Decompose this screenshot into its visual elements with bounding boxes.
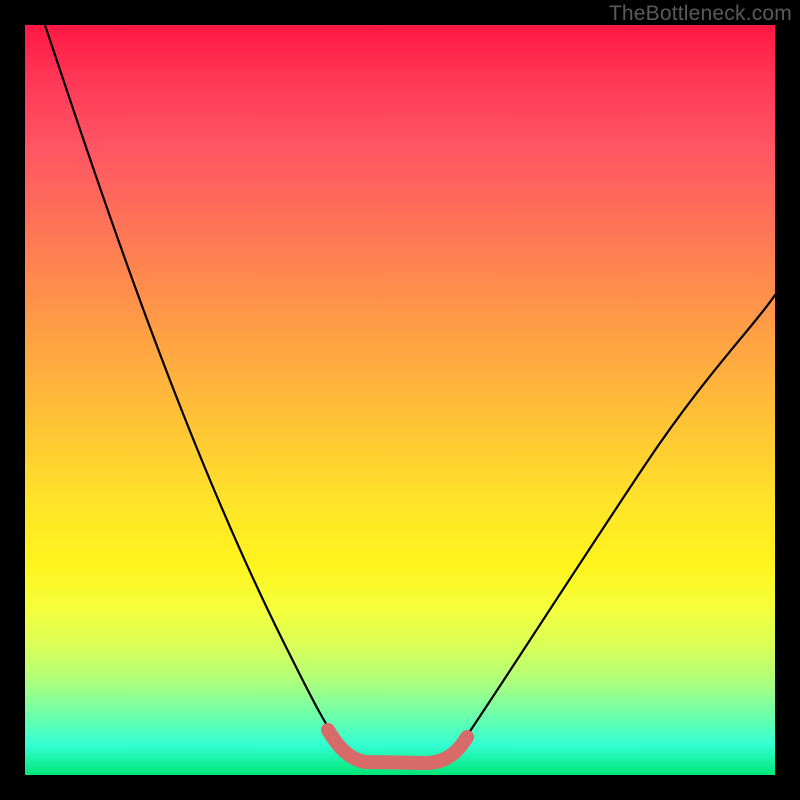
bottleneck-curve	[45, 25, 775, 763]
watermark-text: TheBottleneck.com	[609, 2, 792, 26]
chart-stage: TheBottleneck.com	[0, 0, 800, 800]
trough-highlight	[328, 730, 467, 763]
plot-area	[25, 25, 775, 775]
curve-svg	[25, 25, 775, 775]
